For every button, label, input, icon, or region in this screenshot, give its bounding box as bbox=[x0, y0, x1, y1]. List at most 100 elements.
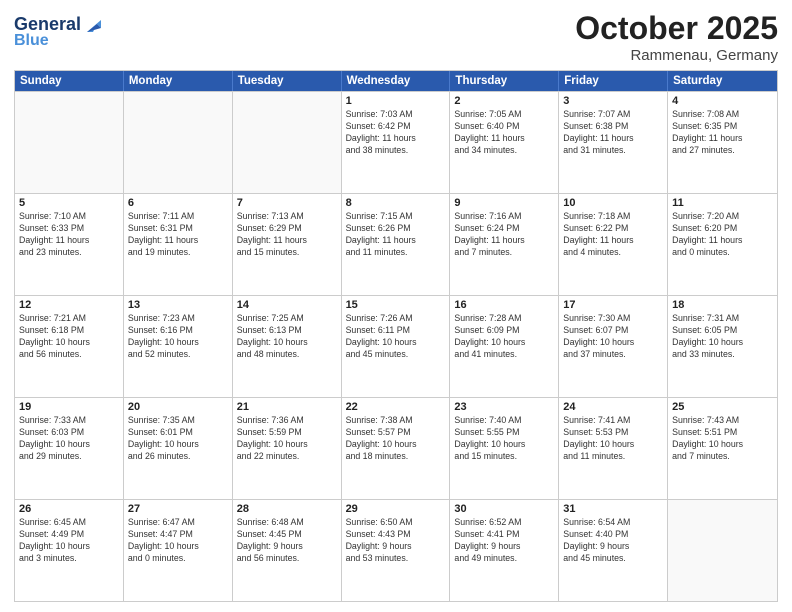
day-info: Sunrise: 7:36 AM Sunset: 5:59 PM Dayligh… bbox=[237, 415, 337, 463]
day-number: 24 bbox=[563, 401, 663, 413]
day-info: Sunrise: 7:43 AM Sunset: 5:51 PM Dayligh… bbox=[672, 415, 773, 463]
day-number: 8 bbox=[346, 197, 446, 209]
day-info: Sunrise: 7:18 AM Sunset: 6:22 PM Dayligh… bbox=[563, 211, 663, 259]
day-number: 27 bbox=[128, 503, 228, 515]
header: General Blue October 2025 Rammenau, Germ… bbox=[14, 10, 778, 64]
cal-cell-empty bbox=[233, 92, 342, 193]
cal-header-saturday: Saturday bbox=[668, 71, 777, 91]
cal-header-wednesday: Wednesday bbox=[342, 71, 451, 91]
cal-header-monday: Monday bbox=[124, 71, 233, 91]
day-info: Sunrise: 7:41 AM Sunset: 5:53 PM Dayligh… bbox=[563, 415, 663, 463]
calendar-header-row: SundayMondayTuesdayWednesdayThursdayFrid… bbox=[15, 71, 777, 91]
subtitle: Rammenau, Germany bbox=[575, 47, 778, 64]
day-number: 28 bbox=[237, 503, 337, 515]
day-number: 23 bbox=[454, 401, 554, 413]
day-number: 18 bbox=[672, 299, 773, 311]
cal-cell-9: 9 Sunrise: 7:16 AM Sunset: 6:24 PM Daylig… bbox=[450, 194, 559, 295]
day-number: 15 bbox=[346, 299, 446, 311]
day-info: Sunrise: 7:31 AM Sunset: 6:05 PM Dayligh… bbox=[672, 313, 773, 361]
cal-header-sunday: Sunday bbox=[15, 71, 124, 91]
cal-cell-27: 27 Sunrise: 6:47 AM Sunset: 4:47 PM Dayli… bbox=[124, 500, 233, 601]
day-number: 1 bbox=[346, 95, 446, 107]
day-number: 29 bbox=[346, 503, 446, 515]
cal-cell-31: 31Sunrise: 6:54 AM Sunset: 4:40 PM Dayli… bbox=[559, 500, 668, 601]
calendar-week-2: 12 Sunrise: 7:21 AM Sunset: 6:18 PM Dayli… bbox=[15, 295, 777, 397]
cal-cell-2: 2 Sunrise: 7:05 AM Sunset: 6:40 PM Daylig… bbox=[450, 92, 559, 193]
day-info: Sunrise: 7:28 AM Sunset: 6:09 PM Dayligh… bbox=[454, 313, 554, 361]
cal-cell-1: 1 Sunrise: 7:03 AM Sunset: 6:42 PM Daylig… bbox=[342, 92, 451, 193]
calendar: SundayMondayTuesdayWednesdayThursdayFrid… bbox=[14, 70, 778, 602]
cal-cell-24: 24 Sunrise: 7:41 AM Sunset: 5:53 PM Dayli… bbox=[559, 398, 668, 499]
day-info: Sunrise: 7:23 AM Sunset: 6:16 PM Dayligh… bbox=[128, 313, 228, 361]
day-number: 31 bbox=[563, 503, 663, 515]
cal-header-thursday: Thursday bbox=[450, 71, 559, 91]
day-number: 21 bbox=[237, 401, 337, 413]
cal-cell-4: 4Sunrise: 7:08 AM Sunset: 6:35 PM Daylig… bbox=[668, 92, 777, 193]
day-number: 2 bbox=[454, 95, 554, 107]
cal-cell-17: 17Sunrise: 7:30 AM Sunset: 6:07 PM Dayli… bbox=[559, 296, 668, 397]
day-number: 14 bbox=[237, 299, 337, 311]
calendar-week-1: 5 Sunrise: 7:10 AM Sunset: 6:33 PM Daylig… bbox=[15, 193, 777, 295]
cal-cell-30: 30Sunrise: 6:52 AM Sunset: 4:41 PM Dayli… bbox=[450, 500, 559, 601]
day-info: Sunrise: 7:15 AM Sunset: 6:26 PM Dayligh… bbox=[346, 211, 446, 259]
day-info: Sunrise: 7:11 AM Sunset: 6:31 PM Dayligh… bbox=[128, 211, 228, 259]
cal-cell-13: 13 Sunrise: 7:23 AM Sunset: 6:16 PM Dayli… bbox=[124, 296, 233, 397]
day-number: 11 bbox=[672, 197, 773, 209]
cal-cell-3: 3Sunrise: 7:07 AM Sunset: 6:38 PM Daylig… bbox=[559, 92, 668, 193]
day-number: 13 bbox=[128, 299, 228, 311]
day-info: Sunrise: 7:05 AM Sunset: 6:40 PM Dayligh… bbox=[454, 109, 554, 157]
logo: General Blue bbox=[14, 14, 105, 50]
day-info: Sunrise: 7:26 AM Sunset: 6:11 PM Dayligh… bbox=[346, 313, 446, 361]
day-info: Sunrise: 6:52 AM Sunset: 4:41 PM Dayligh… bbox=[454, 517, 554, 565]
day-number: 6 bbox=[128, 197, 228, 209]
day-number: 7 bbox=[237, 197, 337, 209]
cal-cell-15: 15 Sunrise: 7:26 AM Sunset: 6:11 PM Dayli… bbox=[342, 296, 451, 397]
day-info: Sunrise: 7:33 AM Sunset: 6:03 PM Dayligh… bbox=[19, 415, 119, 463]
day-info: Sunrise: 7:03 AM Sunset: 6:42 PM Dayligh… bbox=[346, 109, 446, 157]
cal-header-friday: Friday bbox=[559, 71, 668, 91]
day-number: 3 bbox=[563, 95, 663, 107]
day-number: 10 bbox=[563, 197, 663, 209]
cal-cell-empty bbox=[668, 500, 777, 601]
day-info: Sunrise: 7:20 AM Sunset: 6:20 PM Dayligh… bbox=[672, 211, 773, 259]
day-info: Sunrise: 7:30 AM Sunset: 6:07 PM Dayligh… bbox=[563, 313, 663, 361]
day-number: 25 bbox=[672, 401, 773, 413]
cal-cell-28: 28 Sunrise: 6:48 AM Sunset: 4:45 PM Dayli… bbox=[233, 500, 342, 601]
day-info: Sunrise: 7:35 AM Sunset: 6:01 PM Dayligh… bbox=[128, 415, 228, 463]
cal-cell-empty bbox=[124, 92, 233, 193]
cal-cell-10: 10 Sunrise: 7:18 AM Sunset: 6:22 PM Dayli… bbox=[559, 194, 668, 295]
day-info: Sunrise: 7:08 AM Sunset: 6:35 PM Dayligh… bbox=[672, 109, 773, 157]
day-number: 16 bbox=[454, 299, 554, 311]
day-number: 20 bbox=[128, 401, 228, 413]
day-number: 22 bbox=[346, 401, 446, 413]
day-info: Sunrise: 6:48 AM Sunset: 4:45 PM Dayligh… bbox=[237, 517, 337, 565]
day-info: Sunrise: 6:50 AM Sunset: 4:43 PM Dayligh… bbox=[346, 517, 446, 565]
cal-cell-12: 12 Sunrise: 7:21 AM Sunset: 6:18 PM Dayli… bbox=[15, 296, 124, 397]
cal-cell-16: 16 Sunrise: 7:28 AM Sunset: 6:09 PM Dayli… bbox=[450, 296, 559, 397]
day-info: Sunrise: 7:21 AM Sunset: 6:18 PM Dayligh… bbox=[19, 313, 119, 361]
cal-cell-26: 26 Sunrise: 6:45 AM Sunset: 4:49 PM Dayli… bbox=[15, 500, 124, 601]
logo-text-blue: Blue bbox=[14, 32, 49, 50]
page: General Blue October 2025 Rammenau, Germ… bbox=[0, 0, 792, 612]
cal-cell-6: 6 Sunrise: 7:11 AM Sunset: 6:31 PM Daylig… bbox=[124, 194, 233, 295]
day-info: Sunrise: 6:45 AM Sunset: 4:49 PM Dayligh… bbox=[19, 517, 119, 565]
logo-icon bbox=[83, 14, 105, 36]
day-number: 26 bbox=[19, 503, 119, 515]
cal-cell-21: 21 Sunrise: 7:36 AM Sunset: 5:59 PM Dayli… bbox=[233, 398, 342, 499]
calendar-week-3: 19Sunrise: 7:33 AM Sunset: 6:03 PM Dayli… bbox=[15, 397, 777, 499]
cal-cell-22: 22Sunrise: 7:38 AM Sunset: 5:57 PM Dayli… bbox=[342, 398, 451, 499]
cal-cell-20: 20 Sunrise: 7:35 AM Sunset: 6:01 PM Dayli… bbox=[124, 398, 233, 499]
day-number: 12 bbox=[19, 299, 119, 311]
cal-cell-8: 8 Sunrise: 7:15 AM Sunset: 6:26 PM Daylig… bbox=[342, 194, 451, 295]
day-info: Sunrise: 7:16 AM Sunset: 6:24 PM Dayligh… bbox=[454, 211, 554, 259]
day-info: Sunrise: 7:10 AM Sunset: 6:33 PM Dayligh… bbox=[19, 211, 119, 259]
cal-cell-7: 7 Sunrise: 7:13 AM Sunset: 6:29 PM Daylig… bbox=[233, 194, 342, 295]
day-number: 9 bbox=[454, 197, 554, 209]
day-info: Sunrise: 6:47 AM Sunset: 4:47 PM Dayligh… bbox=[128, 517, 228, 565]
day-info: Sunrise: 7:40 AM Sunset: 5:55 PM Dayligh… bbox=[454, 415, 554, 463]
day-number: 5 bbox=[19, 197, 119, 209]
cal-cell-5: 5 Sunrise: 7:10 AM Sunset: 6:33 PM Daylig… bbox=[15, 194, 124, 295]
day-info: Sunrise: 7:13 AM Sunset: 6:29 PM Dayligh… bbox=[237, 211, 337, 259]
cal-cell-19: 19Sunrise: 7:33 AM Sunset: 6:03 PM Dayli… bbox=[15, 398, 124, 499]
cal-cell-14: 14Sunrise: 7:25 AM Sunset: 6:13 PM Dayli… bbox=[233, 296, 342, 397]
